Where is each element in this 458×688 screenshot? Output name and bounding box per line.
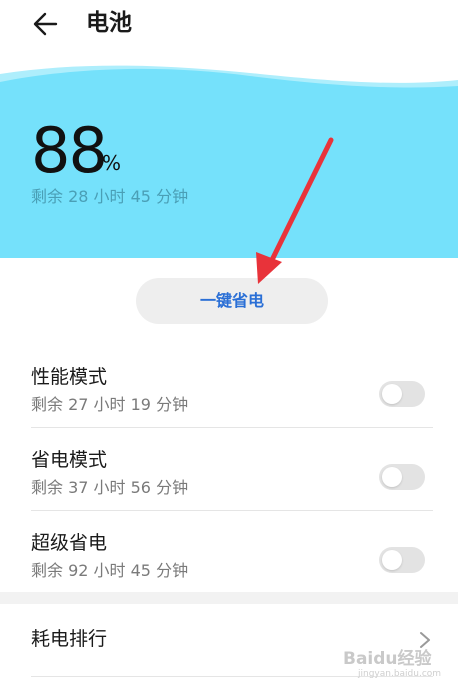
- divider: [31, 510, 433, 511]
- battery-percent: 88: [31, 114, 108, 187]
- section-separator: [0, 592, 458, 604]
- arrow-left-icon[interactable]: [30, 8, 62, 40]
- baidu-watermark-url: jingyan.baidu.com: [358, 669, 442, 679]
- super-power-saving-toggle[interactable]: [379, 547, 425, 573]
- baidu-watermark: Baidu经验: [343, 649, 432, 669]
- battery-percent-unit: %: [102, 151, 122, 175]
- toggle-knob: [382, 384, 402, 404]
- mode-remaining: 剩余 37 小时 56 分钟: [31, 478, 189, 497]
- chevron-right-icon: [420, 632, 430, 648]
- page-title: 电池: [86, 10, 132, 36]
- mode-item-super-power-saving: 超级省电 剩余 92 小时 45 分钟: [0, 520, 458, 602]
- one-key-power-save-button[interactable]: 一键省电: [136, 278, 328, 324]
- ranking-label: 耗电排行: [31, 628, 108, 650]
- mode-title: 省电模式: [31, 449, 108, 471]
- toggle-knob: [382, 550, 402, 570]
- performance-mode-toggle[interactable]: [379, 381, 425, 407]
- power-saving-mode-toggle[interactable]: [379, 464, 425, 490]
- mode-remaining: 剩余 92 小时 45 分钟: [31, 561, 189, 580]
- divider: [31, 427, 433, 428]
- app-header: 电池: [0, 0, 458, 50]
- mode-title: 超级省电: [31, 532, 108, 554]
- mode-item-performance: 性能模式 剩余 27 小时 19 分钟: [0, 354, 458, 436]
- toggle-knob: [382, 467, 402, 487]
- battery-remaining-time: 剩余 28 小时 45 分钟: [31, 187, 189, 206]
- mode-remaining: 剩余 27 小时 19 分钟: [31, 395, 189, 414]
- mode-title: 性能模式: [31, 366, 108, 388]
- mode-item-power-saving: 省电模式 剩余 37 小时 56 分钟: [0, 437, 458, 519]
